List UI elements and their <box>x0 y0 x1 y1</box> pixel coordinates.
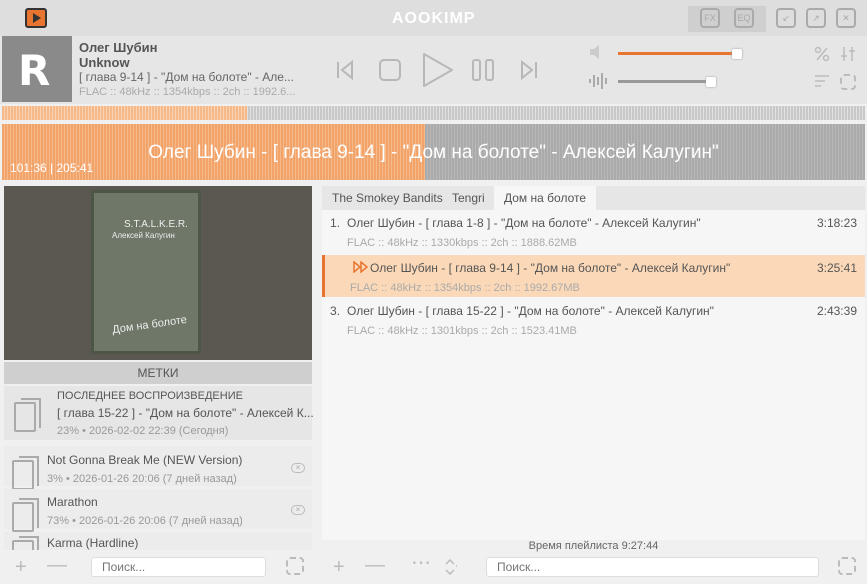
row-title: Олег Шубин - [ глава 1-8 ] - "Дом на бол… <box>347 216 701 230</box>
tab-the-smokey-bandits[interactable]: The Smokey Bandits <box>322 186 453 210</box>
remove-icon[interactable]: — <box>47 555 67 575</box>
minimize-icon[interactable]: ↙ <box>776 8 796 28</box>
delete-bookmark-icon[interactable]: × <box>291 505 305 515</box>
tab-tengri[interactable]: Tengri <box>442 186 495 210</box>
row-title: Олег Шубин - [ глава 9-14 ] - "Дом на бо… <box>370 261 731 275</box>
more-icon[interactable]: ⋯ <box>411 553 431 573</box>
book-cover-image: S.T.A.L.K.E.R. Алексей Калугин Дом на бо… <box>91 190 201 354</box>
bookmarks-search-input[interactable] <box>91 557 266 577</box>
volume-fill <box>618 52 737 55</box>
add-icon[interactable]: + <box>15 557 27 577</box>
sort-order-icon[interactable] <box>444 558 458 576</box>
fx-button[interactable]: FX <box>700 8 720 28</box>
app-logo-icon[interactable] <box>25 8 47 28</box>
last-played-title: [ глава 15-22 ] - "Дом на болоте" - Алек… <box>57 406 314 420</box>
bookmark-icon <box>14 398 41 432</box>
last-played-label: ПОСЛЕДНЕЕ ВОСПРОИЗВЕДЕНИЕ <box>57 390 243 402</box>
bookmark-icon <box>12 498 39 532</box>
now-playing-icon <box>353 261 369 273</box>
tab-dom-na-bolote[interactable]: Дом на болоте <box>494 186 597 210</box>
sort-icon[interactable] <box>814 74 830 88</box>
close-icon[interactable]: ✕ <box>836 8 856 28</box>
app-name: AOOKIMP <box>392 10 476 27</box>
volume-knob[interactable] <box>732 49 742 59</box>
bookmarks-menu-icon[interactable] <box>286 557 304 575</box>
expand-icon[interactable]: ↗ <box>806 8 826 28</box>
bookmark-title: Not Gonna Break Me (NEW Version) <box>47 453 243 467</box>
playlist-row[interactable]: 3. Олег Шубин - [ глава 15-22 ] - "Дом н… <box>322 298 865 340</box>
waveform-title: Олег Шубин - [ глава 9-14 ] - "Дом на бо… <box>148 142 719 163</box>
row-duration: 3:25:41 <box>816 261 857 275</box>
playlist-search-input[interactable] <box>486 557 819 577</box>
playlist-menu-icon[interactable] <box>838 557 856 575</box>
delete-bookmark-icon[interactable]: × <box>291 463 305 473</box>
pause-icon <box>472 59 494 81</box>
row-duration: 3:18:23 <box>816 216 857 230</box>
row-info: FLAC :: 48kHz :: 1354kbps :: 2ch :: 1992… <box>350 282 580 294</box>
balance-knob[interactable] <box>706 77 716 87</box>
waveform-icon[interactable] <box>588 72 608 90</box>
cover-thumbnail: R <box>2 36 72 102</box>
bookmark-icon <box>12 456 39 490</box>
album-art: S.T.A.L.K.E.R. Алексей Калугин Дом на бо… <box>4 186 312 360</box>
row-info: FLAC :: 48kHz :: 1330kbps :: 2ch :: 1888… <box>347 237 577 249</box>
seek-bar-progress <box>2 106 247 120</box>
row-title: Олег Шубин - [ глава 15-22 ] - "Дом на б… <box>347 304 714 318</box>
last-played-meta: 23% • 2026-02-02 22:39 (Сегодня) <box>57 425 229 437</box>
bookmark-title: Karma (Hardline) <box>47 536 139 550</box>
previous-icon <box>337 59 353 81</box>
bookmark-meta: 3% • 2026-01-26 20:06 (7 дней назад) <box>47 473 237 485</box>
row-info: FLAC :: 48kHz :: 1301kbps :: 2ch :: 1523… <box>347 325 577 337</box>
bookmark-item[interactable]: Karma (Hardline) <box>4 532 312 550</box>
track-album: Unknow <box>79 55 130 70</box>
balance-slider[interactable] <box>618 80 714 83</box>
stop-icon <box>379 59 401 81</box>
track-format-info: FLAC :: 48kHz :: 1354kbps :: 2ch :: 1992… <box>79 86 296 98</box>
add-track-icon[interactable]: + <box>333 557 345 577</box>
volume-icon[interactable] <box>588 44 608 60</box>
bookmark-title: Marathon <box>47 495 98 509</box>
bookmarks-header: МЕТКИ <box>4 362 312 384</box>
transport-controls <box>337 53 537 87</box>
track-artist: Олег Шубин <box>79 40 158 55</box>
playlist-row-active[interactable]: Олег Шубин - [ глава 9-14 ] - "Дом на бо… <box>322 255 865 297</box>
time-position: 101:36 | 205:41 <box>10 161 94 175</box>
play-icon <box>423 53 453 87</box>
equalizer-button[interactable]: EQ <box>734 8 754 28</box>
next-icon <box>521 59 537 81</box>
bookmark-meta: 73% • 2026-01-26 20:06 (7 дней назад) <box>47 515 243 527</box>
row-duration: 2:43:39 <box>816 304 857 318</box>
miniplayer-icon[interactable] <box>840 74 856 90</box>
playlist-total-time: Время плейлиста 9:27:44 <box>528 540 659 552</box>
row-number: 1. <box>330 216 341 230</box>
track-title: [ глава 9-14 ] - "Дом на болоте" - Але..… <box>79 70 294 84</box>
settings-sliders-icon[interactable] <box>840 46 856 62</box>
remove-track-icon[interactable]: — <box>365 555 385 575</box>
bookmark-icon <box>12 536 39 550</box>
playlist-row[interactable]: 1. Олег Шубин - [ глава 1-8 ] - "Дом на … <box>322 210 865 252</box>
row-number: 3. <box>330 304 341 318</box>
percent-icon[interactable] <box>814 46 830 62</box>
